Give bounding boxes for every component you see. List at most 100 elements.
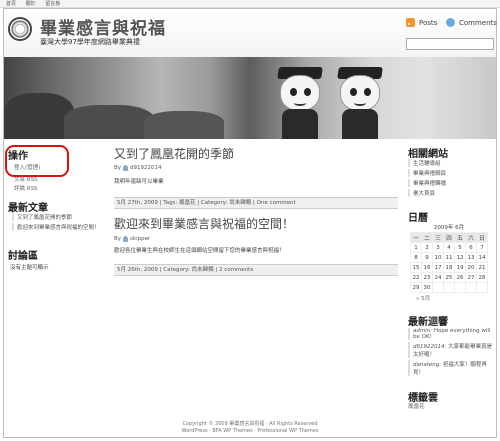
post: 又到了鳳凰花開的季節 By d91922014 我明年還缺可以畢業 5月 27t… [114, 145, 398, 209]
by-label: By [114, 236, 122, 242]
graduate-mascot-left [274, 61, 326, 139]
post-date: 5月 27th, 2009 [117, 200, 158, 206]
post: 歡迎來到畢業感言與祝福的空間！ By skipper 歡迎各位畢業生與在校師生在… [114, 215, 398, 276]
links-title: 相關網站 [408, 149, 448, 160]
calendar-day [454, 282, 466, 293]
recent-comment[interactable]: d91922014: 大家都能畢業真是太好囉！ [408, 342, 494, 358]
calendar-day: 1 [410, 242, 422, 253]
post-excerpt: 歡迎各位畢業生與在校師生在這個網站空間留下您的畢業感言與祝福！ [114, 248, 285, 254]
graduate-mascot-right [334, 61, 386, 139]
calendar-day: 4 [443, 242, 455, 253]
university-seal-logo[interactable] [8, 17, 32, 41]
post-author[interactable]: d91922014 [130, 165, 162, 171]
weekday-header: 一 [410, 232, 422, 243]
calendar-day: 21 [476, 262, 488, 273]
calendar-title: 日曆 [408, 213, 428, 224]
related-link[interactable]: 生活輔導組 [408, 159, 446, 167]
blog-page: 畢業感言與祝福 臺灣大學97學年度網路畢業典禮 Posts Comments 操… [3, 8, 497, 438]
calendar-day: 2 [421, 242, 433, 253]
calendar-day: 7 [476, 242, 488, 253]
user-icon [123, 165, 129, 171]
nav-guestbook[interactable]: 留言板 [45, 1, 60, 7]
calendar-day: 16 [421, 262, 433, 273]
calendar-day [443, 282, 455, 293]
calendar-prev-month[interactable]: « 5月 [416, 294, 494, 302]
post-comments-link[interactable]: One comment [257, 200, 296, 206]
site-title[interactable]: 畢業感言與祝福 [40, 14, 166, 39]
comment-author: danateng: [413, 362, 442, 368]
calendar-day: 29 [410, 282, 422, 293]
discussion-title: 討論區 [8, 251, 38, 262]
calendar-table: 一 二 三 四 五 六 日 1 2 3 4 5 6 7 8 9 10 11 12… [410, 232, 488, 293]
header-banner-photo [4, 57, 496, 139]
site-header: 畢業感言與祝福 臺灣大學97學年度網路畢業典禮 Posts Comments [4, 9, 497, 57]
recent-comment[interactable]: danateng: 祝福大家！願程再見！ [408, 360, 494, 376]
recent-post-link[interactable]: 歡迎來到畢業感言與祝福的空間！ [12, 223, 102, 231]
post-comments-link[interactable]: 2 comments [219, 267, 253, 273]
category-label: Category: [200, 200, 228, 206]
nav-home[interactable]: 首頁 [6, 1, 16, 7]
comments-rss-link[interactable]: 評論 RSS [14, 184, 38, 192]
related-link[interactable]: 畢業典禮網頁 [408, 169, 446, 177]
post-meta: By d91922014 [114, 165, 398, 171]
post-info-bar: 5月 26th, 2009 | Category: 尚未歸類 | 2 comme… [114, 264, 398, 276]
post-excerpt: 我明年還缺可以畢業 [114, 179, 164, 185]
crowd-shape [64, 105, 154, 139]
nav-about[interactable]: 關於 [26, 1, 36, 7]
weekday-header: 三 [432, 232, 444, 243]
calendar-day: 12 [454, 252, 466, 263]
comments-feed-link[interactable]: Comments [446, 18, 497, 27]
post-author[interactable]: skipper [130, 236, 150, 242]
tag-cloud-link[interactable]: 鳳凰花 [408, 402, 425, 410]
recent-comments-title: 最新迴響 [408, 317, 448, 328]
calendar-day [465, 282, 477, 293]
calendar-widget: 2009年 6月 一 二 三 四 五 六 日 1 2 3 4 5 6 7 8 9… [404, 223, 494, 302]
top-nav: 首頁 關於 留言板 [0, 0, 500, 8]
post-category-link[interactable]: 尚未歸類 [192, 267, 214, 273]
calendar-day: 25 [443, 272, 455, 283]
comments-icon [446, 18, 455, 27]
calendar-day: 20 [465, 262, 477, 273]
calendar-day: 18 [443, 262, 455, 273]
posts-feed-label: Posts [419, 18, 438, 27]
calendar-day: 5 [454, 242, 466, 253]
weekday-header: 五 [454, 232, 466, 243]
post-tag-link[interactable]: 鳳凰花 [179, 200, 196, 206]
calendar-day: 13 [465, 252, 477, 263]
category-label: Category: [163, 267, 190, 273]
calendar-day [432, 282, 444, 293]
entries-rss-link[interactable]: 文章 RSS [14, 175, 38, 183]
post-date: 5月 26th, 2009 [117, 267, 158, 273]
post-meta: By skipper [114, 236, 398, 242]
calendar-day: 19 [454, 262, 466, 273]
calendar-day: 23 [421, 272, 433, 283]
calendar-day: 14 [476, 252, 488, 263]
footer-credits[interactable]: WordPress · BFA WP Themes · Professional… [4, 428, 496, 435]
right-sidebar: 相關網站 生活輔導組 畢業典禮網頁 畢業典禮轉播 臺大首頁 日曆 2009年 6… [404, 139, 496, 439]
related-link[interactable]: 臺大首頁 [408, 189, 446, 197]
footer-copyright: Copyright © 2009 畢業感言與祝福 · All Rights Re… [182, 421, 318, 427]
calendar-day: 27 [465, 272, 477, 283]
recent-posts-title: 最新文章 [8, 203, 48, 214]
by-label: By [114, 165, 122, 171]
recent-post-link[interactable]: 又到了鳳凰花開的季節 [12, 213, 102, 221]
login-link[interactable]: 登入(管理) [14, 163, 40, 171]
calendar-day: 28 [476, 272, 488, 283]
comment-author: d91922014: [413, 344, 447, 350]
calendar-day: 17 [432, 262, 444, 273]
posts-feed-link[interactable]: Posts [406, 18, 437, 27]
post-title[interactable]: 歡迎來到畢業感言與祝福的空間！ [114, 215, 398, 232]
comments-feed-label: Comments [459, 18, 497, 27]
search-input[interactable] [406, 38, 494, 50]
post-title[interactable]: 又到了鳳凰花開的季節 [114, 145, 398, 162]
calendar-day: 6 [465, 242, 477, 253]
recent-comment[interactable]: admin: Hope everything will be OK! [408, 328, 494, 340]
crowd-shape [144, 111, 224, 139]
calendar-day [476, 282, 488, 293]
related-link[interactable]: 畢業典禮轉播 [408, 179, 446, 187]
post-category-link[interactable]: 尚未歸類 [229, 200, 251, 206]
calendar-day: 11 [443, 252, 455, 263]
calendar-day: 22 [410, 272, 422, 283]
calendar-day: 26 [454, 272, 466, 283]
rss-icon [406, 18, 415, 27]
